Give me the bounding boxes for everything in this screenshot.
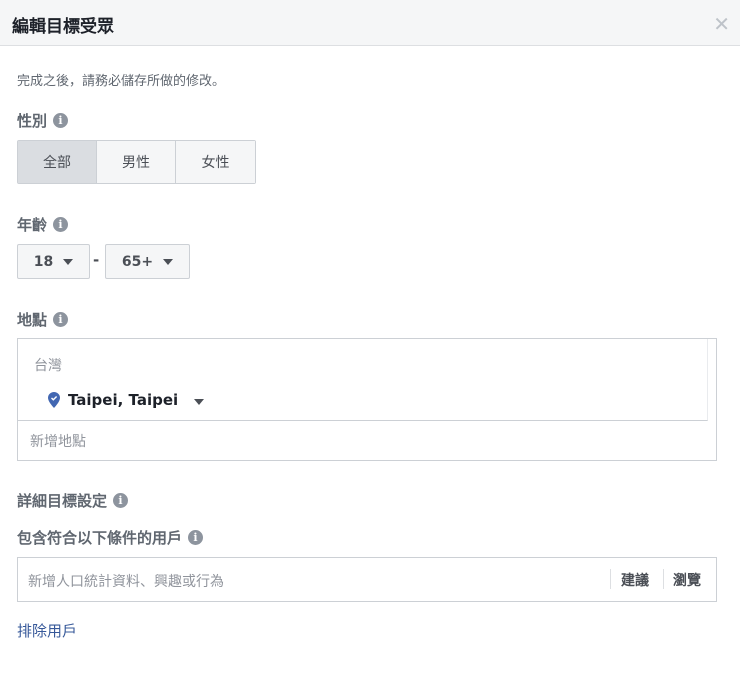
info-icon[interactable]: i [188, 530, 204, 545]
include-label: 包含符合以下條件的用戶 i [17, 527, 204, 548]
suggestions-button[interactable]: 建議 [621, 570, 649, 590]
dialog-header: 編輯目標受眾 ✕ [0, 0, 740, 46]
chevron-down-icon[interactable] [194, 399, 205, 405]
age-max-value: 65+ [121, 253, 154, 270]
include-input-box: 新增人口統計資料、興趣或行為 建議 瀏覽 [17, 557, 717, 602]
chevron-down-icon [163, 258, 174, 265]
save-note: 完成之後，請務必儲存所做的修改。 [17, 74, 226, 89]
location-pin-icon [48, 392, 60, 408]
location-country: 台灣 [34, 358, 62, 374]
age-label-text: 年齡 [17, 216, 48, 234]
location-box: 台灣 Taipei, Taipei 新增地點 [17, 338, 717, 461]
location-item[interactable]: Taipei, Taipei [48, 391, 205, 409]
age-label: 年齡 i [17, 214, 69, 235]
gender-selector: 全部 男性 女性 [17, 140, 256, 184]
age-min-select[interactable]: 18 [17, 244, 90, 279]
gender-label-text: 性別 [17, 112, 48, 130]
info-icon[interactable]: i [53, 217, 69, 232]
info-icon[interactable]: i [113, 493, 129, 508]
location-list: 台灣 Taipei, Taipei [18, 339, 708, 421]
dialog-title: 編輯目標受眾 [12, 17, 114, 37]
info-icon[interactable]: i [53, 312, 69, 327]
location-city: Taipei, Taipei [68, 391, 179, 409]
detailed-targeting-label: 詳細目標設定 i [17, 490, 129, 511]
gender-label: 性別 i [17, 110, 69, 131]
include-input[interactable]: 新增人口統計資料、興趣或行為 [28, 571, 224, 591]
add-location-input[interactable]: 新增地點 [30, 431, 86, 451]
location-label: 地點 i [17, 309, 69, 330]
gender-female-button[interactable]: 女性 [176, 141, 255, 183]
close-icon[interactable]: ✕ [713, 12, 730, 36]
gender-male-button[interactable]: 男性 [97, 141, 176, 183]
include-label-text: 包含符合以下條件的用戶 [17, 529, 183, 547]
detailed-targeting-text: 詳細目標設定 [17, 492, 108, 510]
age-separator: - [93, 251, 100, 269]
age-max-select[interactable]: 65+ [105, 244, 190, 279]
chevron-down-icon [63, 258, 74, 265]
age-min-value: 18 [33, 253, 54, 270]
exclude-people-link[interactable]: 排除用戶 [17, 620, 77, 641]
browse-button[interactable]: 瀏覽 [673, 570, 701, 590]
gender-all-button[interactable]: 全部 [18, 141, 97, 183]
location-label-text: 地點 [17, 311, 48, 329]
info-icon[interactable]: i [53, 113, 69, 128]
